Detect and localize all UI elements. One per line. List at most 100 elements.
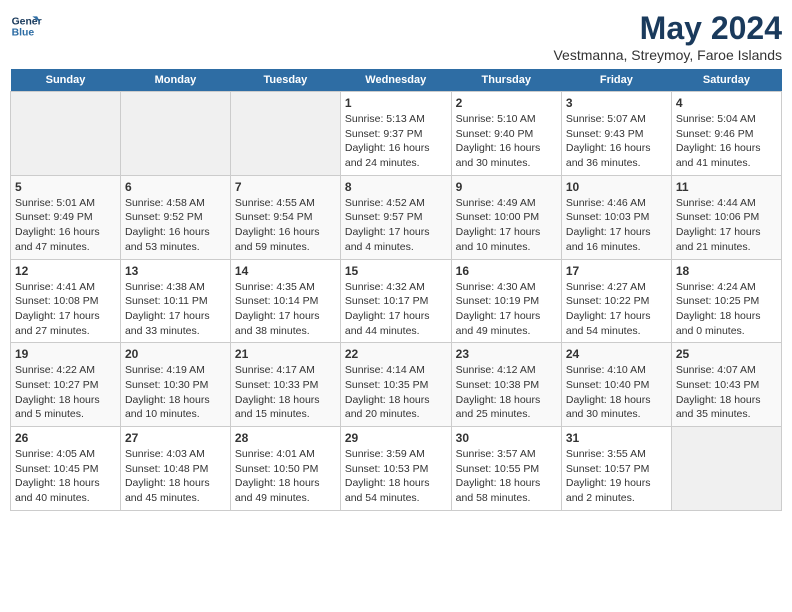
calendar-cell: 21 Sunrise: 4:17 AM Sunset: 10:33 PM Dayl… bbox=[230, 343, 340, 427]
cell-content: Sunrise: 4:27 AM Sunset: 10:22 PM Daylig… bbox=[566, 280, 667, 339]
date-number: 11 bbox=[676, 180, 777, 194]
date-number: 14 bbox=[235, 264, 336, 278]
date-number: 30 bbox=[456, 431, 557, 445]
date-number: 15 bbox=[345, 264, 447, 278]
svg-text:Blue: Blue bbox=[12, 28, 35, 39]
logo: General Blue bbox=[10, 10, 42, 42]
date-number: 22 bbox=[345, 347, 447, 361]
calendar-cell: 22 Sunrise: 4:14 AM Sunset: 10:35 PM Dayl… bbox=[340, 343, 451, 427]
calendar-cell: 10Sunrise: 4:46 AM Sunset: 10:03 PM Dayl… bbox=[561, 175, 671, 259]
calendar-cell: 3 Sunrise: 5:07 AM Sunset: 9:43 PM Daylig… bbox=[561, 92, 671, 176]
cell-content: Sunrise: 3:55 AM Sunset: 10:57 PM Daylig… bbox=[566, 447, 667, 506]
calendar-cell: 23 Sunrise: 4:12 AM Sunset: 10:38 PM Dayl… bbox=[451, 343, 561, 427]
cell-content: Sunrise: 4:41 AM Sunset: 10:08 PM Daylig… bbox=[15, 280, 116, 339]
day-header-monday: Monday bbox=[120, 69, 230, 92]
date-number: 18 bbox=[676, 264, 777, 278]
cell-content: Sunrise: 4:44 AM Sunset: 10:06 PM Daylig… bbox=[676, 196, 777, 255]
day-header-friday: Friday bbox=[561, 69, 671, 92]
calendar-cell: 6 Sunrise: 4:58 AM Sunset: 9:52 PM Daylig… bbox=[120, 175, 230, 259]
cell-content: Sunrise: 4:01 AM Sunset: 10:50 PM Daylig… bbox=[235, 447, 336, 506]
calendar-cell: 8 Sunrise: 4:52 AM Sunset: 9:57 PM Daylig… bbox=[340, 175, 451, 259]
date-number: 23 bbox=[456, 347, 557, 361]
calendar-cell bbox=[11, 92, 121, 176]
date-number: 25 bbox=[676, 347, 777, 361]
calendar-cell: 12 Sunrise: 4:41 AM Sunset: 10:08 PM Dayl… bbox=[11, 259, 121, 343]
date-number: 8 bbox=[345, 180, 447, 194]
week-row-1: 1 Sunrise: 5:13 AM Sunset: 9:37 PM Daylig… bbox=[11, 92, 782, 176]
calendar-cell: 5 Sunrise: 5:01 AM Sunset: 9:49 PM Daylig… bbox=[11, 175, 121, 259]
cell-content: Sunrise: 4:17 AM Sunset: 10:33 PM Daylig… bbox=[235, 363, 336, 422]
calendar-cell: 19 Sunrise: 4:22 AM Sunset: 10:27 PM Dayl… bbox=[11, 343, 121, 427]
day-header-wednesday: Wednesday bbox=[340, 69, 451, 92]
cell-content: Sunrise: 4:03 AM Sunset: 10:48 PM Daylig… bbox=[125, 447, 226, 506]
date-number: 10 bbox=[566, 180, 667, 194]
calendar-cell: 24Sunrise: 4:10 AM Sunset: 10:40 PM Dayl… bbox=[561, 343, 671, 427]
header-row: SundayMondayTuesdayWednesdayThursdayFrid… bbox=[11, 69, 782, 92]
date-number: 27 bbox=[125, 431, 226, 445]
cell-content: Sunrise: 4:52 AM Sunset: 9:57 PM Dayligh… bbox=[345, 196, 447, 255]
date-number: 16 bbox=[456, 264, 557, 278]
day-header-tuesday: Tuesday bbox=[230, 69, 340, 92]
calendar-body: 1 Sunrise: 5:13 AM Sunset: 9:37 PM Daylig… bbox=[11, 92, 782, 511]
main-title: May 2024 bbox=[553, 10, 782, 47]
date-number: 28 bbox=[235, 431, 336, 445]
calendar-cell: 11 Sunrise: 4:44 AM Sunset: 10:06 PM Dayl… bbox=[671, 175, 781, 259]
calendar-cell: 15 Sunrise: 4:32 AM Sunset: 10:17 PM Dayl… bbox=[340, 259, 451, 343]
date-number: 5 bbox=[15, 180, 116, 194]
cell-content: Sunrise: 5:10 AM Sunset: 9:40 PM Dayligh… bbox=[456, 112, 557, 171]
calendar-cell: 4Sunrise: 5:04 AM Sunset: 9:46 PM Daylig… bbox=[671, 92, 781, 176]
calendar-cell: 27 Sunrise: 4:03 AM Sunset: 10:48 PM Dayl… bbox=[120, 427, 230, 511]
calendar-cell: 26 Sunrise: 4:05 AM Sunset: 10:45 PM Dayl… bbox=[11, 427, 121, 511]
cell-content: Sunrise: 3:57 AM Sunset: 10:55 PM Daylig… bbox=[456, 447, 557, 506]
cell-content: Sunrise: 5:01 AM Sunset: 9:49 PM Dayligh… bbox=[15, 196, 116, 255]
date-number: 6 bbox=[125, 180, 226, 194]
cell-content: Sunrise: 4:05 AM Sunset: 10:45 PM Daylig… bbox=[15, 447, 116, 506]
date-number: 31 bbox=[566, 431, 667, 445]
cell-content: Sunrise: 5:07 AM Sunset: 9:43 PM Dayligh… bbox=[566, 112, 667, 171]
calendar-cell: 29Sunrise: 3:59 AM Sunset: 10:53 PM Dayl… bbox=[340, 427, 451, 511]
date-number: 26 bbox=[15, 431, 116, 445]
calendar-cell: 20Sunrise: 4:19 AM Sunset: 10:30 PM Dayl… bbox=[120, 343, 230, 427]
cell-content: Sunrise: 4:58 AM Sunset: 9:52 PM Dayligh… bbox=[125, 196, 226, 255]
date-number: 13 bbox=[125, 264, 226, 278]
week-row-3: 12 Sunrise: 4:41 AM Sunset: 10:08 PM Dayl… bbox=[11, 259, 782, 343]
calendar-cell: 31 Sunrise: 3:55 AM Sunset: 10:57 PM Dayl… bbox=[561, 427, 671, 511]
calendar-cell: 28 Sunrise: 4:01 AM Sunset: 10:50 PM Dayl… bbox=[230, 427, 340, 511]
date-number: 12 bbox=[15, 264, 116, 278]
cell-content: Sunrise: 5:13 AM Sunset: 9:37 PM Dayligh… bbox=[345, 112, 447, 171]
date-number: 2 bbox=[456, 96, 557, 110]
cell-content: Sunrise: 4:38 AM Sunset: 10:11 PM Daylig… bbox=[125, 280, 226, 339]
date-number: 4 bbox=[676, 96, 777, 110]
calendar-cell: 9Sunrise: 4:49 AM Sunset: 10:00 PM Dayli… bbox=[451, 175, 561, 259]
day-header-sunday: Sunday bbox=[11, 69, 121, 92]
calendar-cell bbox=[230, 92, 340, 176]
date-number: 3 bbox=[566, 96, 667, 110]
date-number: 21 bbox=[235, 347, 336, 361]
date-number: 17 bbox=[566, 264, 667, 278]
page-header: General Blue May 2024 Vestmanna, Streymo… bbox=[10, 10, 782, 63]
subtitle: Vestmanna, Streymoy, Faroe Islands bbox=[553, 47, 782, 63]
day-header-saturday: Saturday bbox=[671, 69, 781, 92]
calendar-cell: 13 Sunrise: 4:38 AM Sunset: 10:11 PM Dayl… bbox=[120, 259, 230, 343]
cell-content: Sunrise: 4:24 AM Sunset: 10:25 PM Daylig… bbox=[676, 280, 777, 339]
cell-content: Sunrise: 4:35 AM Sunset: 10:14 PM Daylig… bbox=[235, 280, 336, 339]
calendar-cell: 14 Sunrise: 4:35 AM Sunset: 10:14 PM Dayl… bbox=[230, 259, 340, 343]
calendar-cell: 18 Sunrise: 4:24 AM Sunset: 10:25 PM Dayl… bbox=[671, 259, 781, 343]
title-section: May 2024 Vestmanna, Streymoy, Faroe Isla… bbox=[553, 10, 782, 63]
calendar-cell bbox=[120, 92, 230, 176]
date-number: 1 bbox=[345, 96, 447, 110]
cell-content: Sunrise: 4:55 AM Sunset: 9:54 PM Dayligh… bbox=[235, 196, 336, 255]
date-number: 19 bbox=[15, 347, 116, 361]
day-header-thursday: Thursday bbox=[451, 69, 561, 92]
calendar-table: SundayMondayTuesdayWednesdayThursdayFrid… bbox=[10, 69, 782, 511]
cell-content: Sunrise: 4:32 AM Sunset: 10:17 PM Daylig… bbox=[345, 280, 447, 339]
cell-content: Sunrise: 4:12 AM Sunset: 10:38 PM Daylig… bbox=[456, 363, 557, 422]
cell-content: Sunrise: 3:59 AM Sunset: 10:53 PM Daylig… bbox=[345, 447, 447, 506]
cell-content: Sunrise: 4:19 AM Sunset: 10:30 PM Daylig… bbox=[125, 363, 226, 422]
logo-icon: General Blue bbox=[10, 10, 42, 42]
calendar-cell: 25Sunrise: 4:07 AM Sunset: 10:43 PM Dayl… bbox=[671, 343, 781, 427]
calendar-cell: 16Sunrise: 4:30 AM Sunset: 10:19 PM Dayl… bbox=[451, 259, 561, 343]
cell-content: Sunrise: 4:14 AM Sunset: 10:35 PM Daylig… bbox=[345, 363, 447, 422]
cell-content: Sunrise: 4:22 AM Sunset: 10:27 PM Daylig… bbox=[15, 363, 116, 422]
calendar-cell: 7Sunrise: 4:55 AM Sunset: 9:54 PM Daylig… bbox=[230, 175, 340, 259]
